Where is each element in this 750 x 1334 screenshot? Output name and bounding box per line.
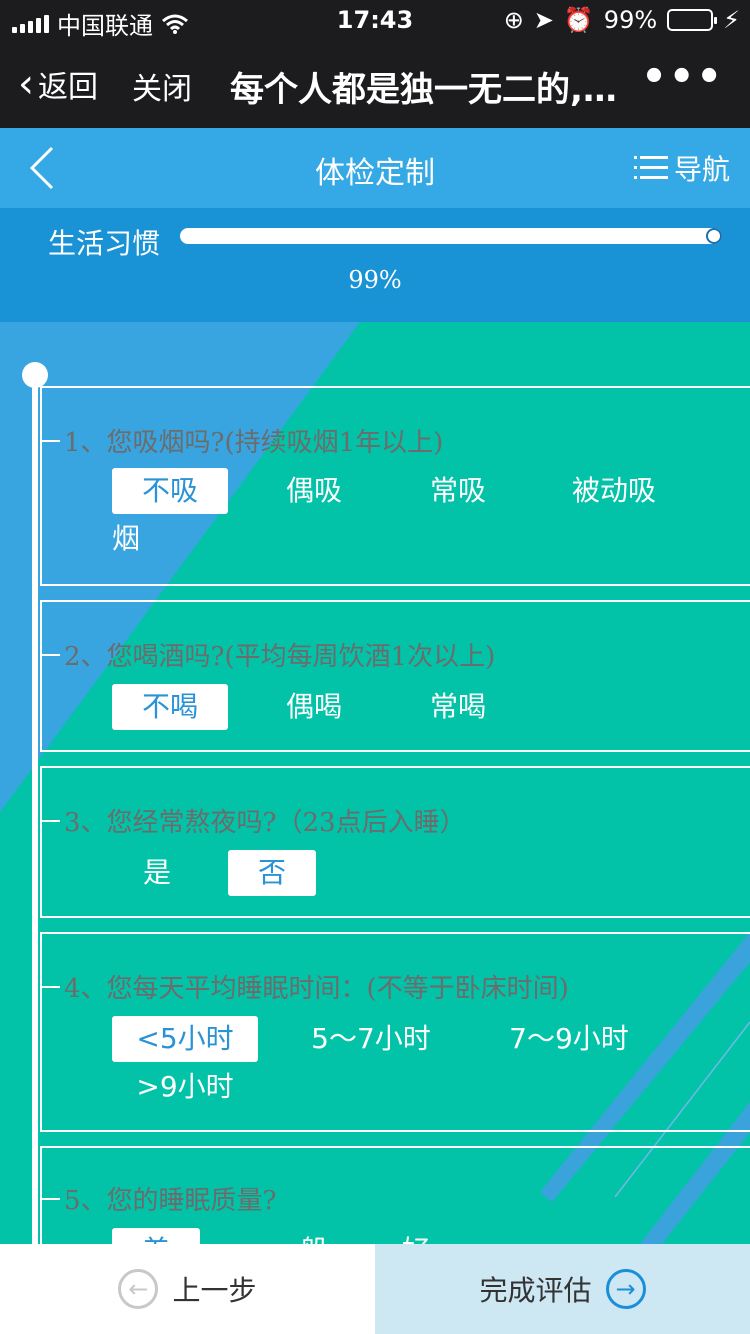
question-card: 3、您经常熬夜吗?（23点后入睡） 是 否: [40, 766, 750, 918]
rotation-lock-icon: ⊕: [503, 6, 524, 34]
question-text: 5、您的睡眠质量?: [64, 1186, 277, 1216]
battery-icon: [667, 9, 718, 31]
option-wrap-text[interactable]: 烟: [112, 516, 142, 562]
finish-assessment-button[interactable]: 完成评估 →: [375, 1244, 750, 1334]
bottom-bar: ← 上一步 完成评估 →: [0, 1244, 750, 1334]
app-header: 体检定制 导航: [0, 128, 750, 208]
option-button[interactable]: 常喝: [400, 684, 516, 730]
more-button[interactable]: •••: [641, 54, 724, 100]
timeline-start-dot: [22, 362, 48, 388]
charging-icon: ⚡: [723, 6, 740, 34]
option-button[interactable]: 偶喝: [256, 684, 372, 730]
question-text: 3、您经常熬夜吗?（23点后入睡）: [64, 808, 466, 838]
page-title: 每个人都是独一无二的,…: [230, 70, 617, 110]
nav-label: 导航: [673, 153, 730, 186]
option-button[interactable]: 否: [228, 850, 316, 896]
menu-icon: [633, 156, 668, 180]
alarm-icon: ⏰: [563, 6, 594, 34]
option-button[interactable]: 5～7小时: [296, 1016, 446, 1062]
nav-button[interactable]: 导航: [633, 148, 730, 188]
question-card: 2、您喝酒吗?(平均每周饮酒1次以上) 不喝 偶喝 常喝: [40, 600, 750, 752]
timeline: [32, 374, 38, 1244]
progress-percent: 99%: [348, 266, 402, 294]
option-button[interactable]: 不吸: [112, 468, 228, 514]
wechat-nav-bar: ‹ 返回 关闭 每个人都是独一无二的,… •••: [0, 40, 750, 128]
question-card: 5、您的睡眠质量? 差 一般 好: [40, 1146, 750, 1244]
progress-bar: [180, 228, 722, 244]
option-button[interactable]: 偶吸: [256, 468, 372, 514]
back-button[interactable]: ‹ 返回: [18, 62, 98, 106]
close-button[interactable]: 关闭: [132, 64, 192, 108]
back-label: 返回: [38, 70, 98, 105]
prev-step-label: 上一步: [172, 1274, 257, 1307]
option-button[interactable]: 好: [372, 1228, 460, 1244]
option-button[interactable]: 不喝: [112, 684, 228, 730]
progress-end-marker: [706, 228, 722, 244]
question-card: 4、您每天平均睡眠时间：(不等于卧床时间) <5小时 5～7小时 7～9小时 >…: [40, 932, 750, 1132]
arrow-left-circle-icon: ←: [118, 1269, 159, 1309]
option-button[interactable]: 一般: [256, 1228, 344, 1244]
question-text: 1、您吸烟吗?(持续吸烟1年以上): [64, 428, 444, 458]
progress-section: 生活习惯 99%: [0, 208, 750, 322]
section-label: 生活习惯: [48, 227, 161, 260]
chevron-left-icon: ‹: [18, 61, 34, 107]
option-button[interactable]: 是: [112, 850, 202, 896]
prev-step-button[interactable]: ← 上一步: [0, 1244, 375, 1334]
battery-percent: 99%: [603, 6, 658, 34]
question-card: 1、您吸烟吗?(持续吸烟1年以上) 不吸 偶吸 常吸 被动吸 烟: [40, 386, 750, 586]
status-bar: 中国联通 17:43 ⊕ ➤ ⏰ 99% ⚡: [0, 0, 750, 40]
finish-label: 完成评估: [479, 1274, 592, 1307]
option-button[interactable]: <5小时: [112, 1016, 258, 1062]
option-button[interactable]: 常吸: [400, 468, 516, 514]
option-button[interactable]: 7～9小时: [494, 1016, 644, 1062]
option-button[interactable]: 差: [112, 1228, 200, 1244]
question-text: 2、您喝酒吗?(平均每周饮酒1次以上): [64, 642, 496, 672]
location-icon: ➤: [533, 6, 554, 34]
questionnaire: 1、您吸烟吗?(持续吸烟1年以上) 不吸 偶吸 常吸 被动吸 烟 2、您喝酒吗?…: [0, 322, 750, 1244]
arrow-right-circle-icon: →: [605, 1269, 646, 1309]
status-right: ⊕ ➤ ⏰ 99% ⚡: [504, 6, 740, 34]
option-button[interactable]: >9小时: [112, 1064, 258, 1110]
option-button[interactable]: 被动吸: [544, 468, 684, 514]
question-text: 4、您每天平均睡眠时间：(不等于卧床时间): [64, 974, 569, 1004]
